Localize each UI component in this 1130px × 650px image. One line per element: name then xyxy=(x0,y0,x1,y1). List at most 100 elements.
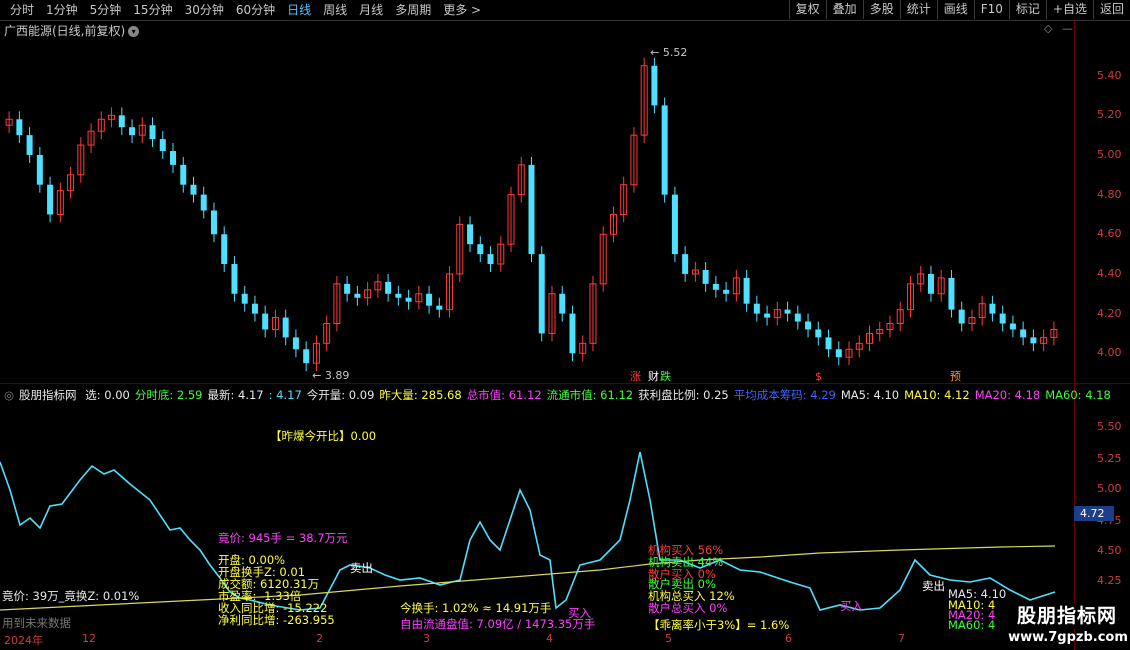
candle-body xyxy=(170,151,177,165)
panel-separator xyxy=(0,383,1130,384)
price-tick-5: 4.40 xyxy=(1097,266,1122,280)
candle-body xyxy=(1009,323,1016,330)
date-tick-5: 5 xyxy=(665,632,672,645)
candlestick-chart: ← 5.52 ← 3.89 涨财跌 $ 预 xyxy=(5,46,1058,383)
candle-body xyxy=(118,115,125,128)
price-tick-7: 4.00 xyxy=(1097,346,1122,360)
date-tick-1: 12 xyxy=(82,632,96,645)
tool-button-3[interactable]: 统计 xyxy=(899,0,937,19)
tool-button-4[interactable]: 画线 xyxy=(936,0,974,19)
candle-body xyxy=(825,337,832,350)
candle-body xyxy=(231,264,238,294)
candle-body xyxy=(569,313,576,354)
price-tick-6: 4.20 xyxy=(1097,306,1122,320)
candle-body xyxy=(538,254,545,334)
candle-body xyxy=(159,139,166,152)
minimize-icon[interactable]: — xyxy=(1062,22,1073,35)
price-tick-3: 4.80 xyxy=(1097,187,1122,201)
date-tick-2: 2 xyxy=(316,632,323,645)
date-tick-4: 4 xyxy=(546,632,553,645)
tab-10[interactable]: 更多 > xyxy=(437,2,487,18)
candle-body xyxy=(385,281,392,294)
price-tick-2: 5.00 xyxy=(1097,147,1122,161)
tool-button-8[interactable]: 返回 xyxy=(1092,0,1130,19)
candle-body xyxy=(129,127,136,136)
brand-site: www.7gpzb.com xyxy=(1008,630,1128,645)
ziyou-label: 自由流通盘值: 7.09亿 / 1473.35万手 xyxy=(400,617,596,631)
jingjia-label: 竟价: 945手 = 38.7万元 xyxy=(218,531,348,545)
candle-body xyxy=(405,297,412,302)
date-tick-3: 3 xyxy=(423,632,430,645)
candle-body xyxy=(47,184,54,215)
jinglirun-label: 净利同比增: -263.955 xyxy=(218,613,335,627)
candle-body xyxy=(805,321,812,330)
candle-body xyxy=(743,277,750,304)
tool-button-7[interactable]: +自选 xyxy=(1045,0,1093,19)
current-price-box: 4.72 xyxy=(1074,506,1114,521)
zuobao-label: 【昨爆今开比】0.00 xyxy=(270,429,377,443)
tab-2[interactable]: 5分钟 xyxy=(84,2,128,18)
indicator-tick-0: 5.50 xyxy=(1097,420,1122,433)
tab-1[interactable]: 1分钟 xyxy=(40,2,84,18)
candle-body xyxy=(149,125,156,140)
candle-body xyxy=(190,184,197,195)
tab-0[interactable]: 分时 xyxy=(4,2,40,18)
candle-body xyxy=(221,234,228,265)
candle-body xyxy=(682,254,689,274)
date-tick-6: 6 xyxy=(785,632,792,645)
candle-body xyxy=(292,337,299,350)
candle-body xyxy=(794,313,801,322)
tool-buttons: 复权 叠加 多股 统计 画线 F10 标记 +自选 返回 xyxy=(788,0,1130,19)
candle-body xyxy=(702,269,709,284)
tab-7[interactable]: 周线 xyxy=(317,2,353,18)
candle-body xyxy=(815,329,822,338)
period-tabs: 分时 1分钟 5分钟 15分钟 30分钟 60分钟 日线 周线 月线 多周期 更多 > xyxy=(4,2,487,18)
tab-6[interactable]: 日线 xyxy=(281,2,317,18)
price-tick-4: 4.60 xyxy=(1097,227,1122,241)
low-price-label: ← 3.89 xyxy=(312,369,349,382)
buy-signal-label: 买入 xyxy=(568,606,591,620)
period-toolbar: 分时 1分钟 5分钟 15分钟 30分钟 60分钟 日线 周线 月线 多周期 更多 > 复权 叠加 多股… xyxy=(0,0,1130,21)
tool-button-2[interactable]: 多股 xyxy=(862,0,900,19)
tab-9[interactable]: 多周期 xyxy=(389,2,437,18)
indicator-chart xyxy=(0,451,1056,611)
candle-body xyxy=(948,277,955,310)
candle-body xyxy=(712,283,719,290)
candle-body xyxy=(784,309,791,314)
event-marker-4: 预 xyxy=(950,370,961,383)
candle-body xyxy=(764,313,771,318)
brand-logo: 股朋指标网 xyxy=(1004,603,1130,629)
candle-body xyxy=(251,303,258,314)
sell-signal-label: 卖出 xyxy=(350,561,373,575)
sanhu-zong-label: 散户总买入 0% xyxy=(648,601,728,615)
indicator-tick-2: 5.00 xyxy=(1097,482,1122,495)
candle-body xyxy=(200,194,207,211)
tool-button-0[interactable]: 复权 xyxy=(788,0,826,19)
event-marker-3: $ xyxy=(815,370,822,383)
diamond-icon[interactable]: ◇ xyxy=(1044,22,1052,35)
candle-body xyxy=(426,293,433,306)
date-axis: 2024年 12 2 3 4 5 6 7 xyxy=(0,632,1000,650)
candle-body xyxy=(467,224,474,245)
future-data-label: 用到未来数据 xyxy=(2,616,71,630)
candle-body xyxy=(958,309,965,324)
tool-button-6[interactable]: 标记 xyxy=(1008,0,1046,19)
tab-4[interactable]: 30分钟 xyxy=(179,2,230,18)
tab-3[interactable]: 15分钟 xyxy=(127,2,178,18)
candle-body xyxy=(835,349,842,358)
guaili-label: 【乖离率小于3%】= 1.6% xyxy=(648,618,790,632)
candle-body xyxy=(671,194,678,255)
candle-body xyxy=(36,154,43,185)
candle-body xyxy=(477,244,484,255)
tab-8[interactable]: 月线 xyxy=(353,2,389,18)
price-tick-0: 5.40 xyxy=(1097,68,1122,82)
candle-body xyxy=(989,303,996,314)
candle-body xyxy=(1020,329,1027,338)
candle-body xyxy=(282,317,289,338)
candle-body xyxy=(262,313,269,330)
candle-body xyxy=(354,293,361,298)
ma60-right-label: MA60: 4 xyxy=(948,618,996,632)
tab-5[interactable]: 60分钟 xyxy=(230,2,281,18)
tool-button-1[interactable]: 叠加 xyxy=(825,0,863,19)
tool-button-5[interactable]: F10 xyxy=(973,0,1009,19)
